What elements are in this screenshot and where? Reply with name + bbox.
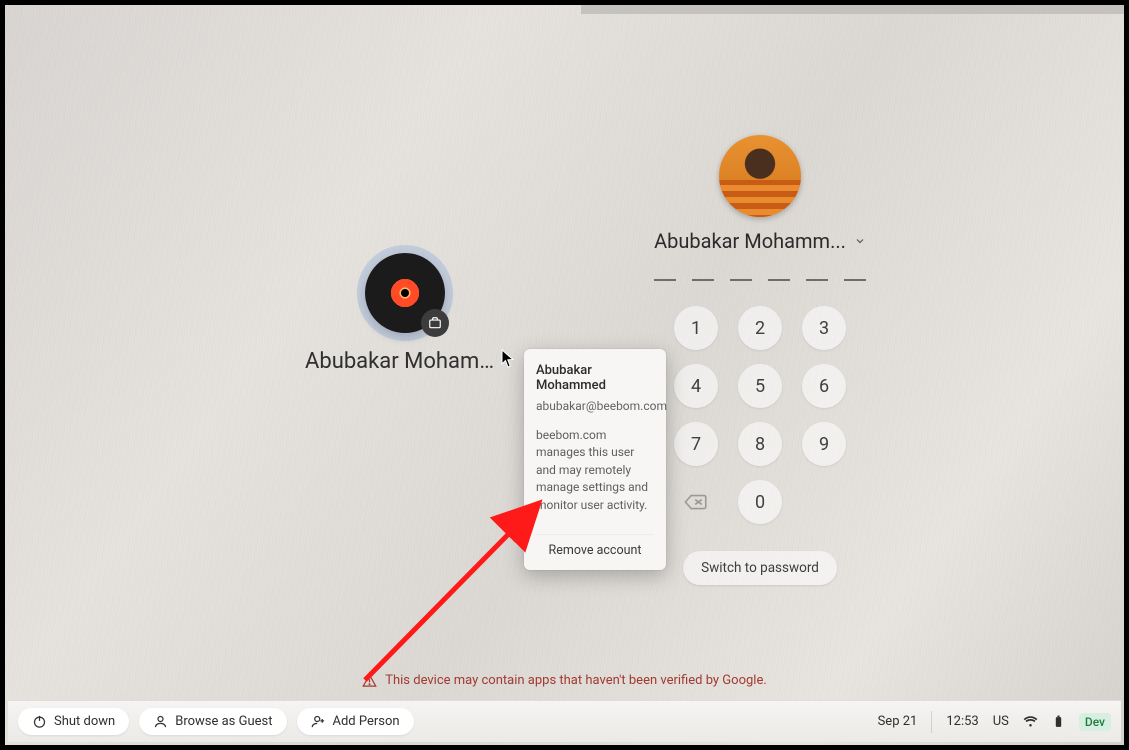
pin-key-0[interactable]: 0 [738, 480, 782, 524]
shelf: Shut down Browse as Guest Add Person Sep… [8, 700, 1121, 742]
pin-key-4[interactable]: 4 [674, 364, 718, 408]
tray-date: Sep 21 [878, 714, 918, 729]
enterprise-badge [421, 309, 449, 337]
pin-slot [806, 279, 828, 281]
tray-time: 12:53 [946, 714, 978, 729]
tray-locale: US [993, 714, 1009, 729]
wifi-icon [1023, 714, 1038, 729]
primary-user-name-row[interactable]: Abubakar Mohamm... [645, 229, 875, 253]
pin-slot [844, 279, 866, 281]
popover-email: abubakar@beebom.com [536, 399, 654, 413]
warning-triangle-icon [362, 673, 377, 688]
popover-management-note: beebom.com manages this user and may rem… [536, 427, 654, 514]
pin-slot [654, 279, 676, 281]
pin-slot [768, 279, 790, 281]
chevron-down-icon[interactable] [854, 232, 866, 251]
add-person-button[interactable]: Add Person [297, 708, 414, 735]
add-person-label: Add Person [333, 714, 400, 729]
pin-pad: 1 2 3 4 5 6 7 8 9 0 [670, 303, 850, 527]
pin-key-5[interactable]: 5 [738, 364, 782, 408]
pin-key-9[interactable]: 9 [802, 422, 846, 466]
secondary-user-name: Abubakar Mohamm... [305, 349, 501, 374]
pin-slot [730, 279, 752, 281]
lock-screen: Abubakar Mohamm... Abubakar Mohammed abu… [5, 5, 1124, 745]
secondary-user-card[interactable]: Abubakar Mohamm... [305, 253, 505, 374]
browse-as-guest-button[interactable]: Browse as Guest [139, 708, 286, 735]
guest-label: Browse as Guest [175, 714, 272, 729]
pin-key-6[interactable]: 6 [802, 364, 846, 408]
avatar-center [401, 289, 409, 297]
pin-key-2[interactable]: 2 [738, 306, 782, 350]
tray-sep [931, 711, 932, 733]
system-tray[interactable]: Sep 21 12:53 US Dev [878, 711, 1111, 733]
mouse-cursor [501, 349, 515, 369]
top-edge [581, 5, 1124, 14]
verification-warning-text: This device may contain apps that haven'… [385, 673, 767, 688]
shutdown-label: Shut down [54, 714, 115, 729]
dev-mode-badge: Dev [1079, 713, 1111, 731]
power-icon [32, 714, 47, 729]
pin-key-3[interactable]: 3 [802, 306, 846, 350]
verification-warning: This device may contain apps that haven'… [5, 673, 1124, 688]
briefcase-icon [428, 316, 442, 330]
pin-key-7[interactable]: 7 [674, 422, 718, 466]
primary-user-panel: Abubakar Mohamm... 1 2 3 4 5 [645, 135, 875, 585]
pin-key-backspace[interactable] [671, 477, 721, 527]
account-popover: Abubakar Mohammed abubakar@beebom.com be… [524, 349, 666, 570]
switch-to-password-button[interactable]: Switch to password [683, 551, 837, 585]
guest-icon [153, 714, 168, 729]
add-person-icon [311, 714, 326, 729]
secondary-user-avatar[interactable] [365, 253, 445, 333]
pin-input[interactable] [645, 279, 875, 281]
popover-full-name: Abubakar Mohammed [536, 363, 654, 393]
primary-user-avatar[interactable] [719, 135, 801, 217]
pin-slot [692, 279, 714, 281]
backspace-icon [683, 492, 709, 512]
pin-key-1[interactable]: 1 [674, 306, 718, 350]
remove-account-button[interactable]: Remove account [536, 534, 654, 570]
shutdown-button[interactable]: Shut down [18, 708, 129, 735]
battery-icon [1052, 714, 1065, 729]
primary-user-name: Abubakar Mohamm... [654, 229, 846, 253]
pin-key-8[interactable]: 8 [738, 422, 782, 466]
